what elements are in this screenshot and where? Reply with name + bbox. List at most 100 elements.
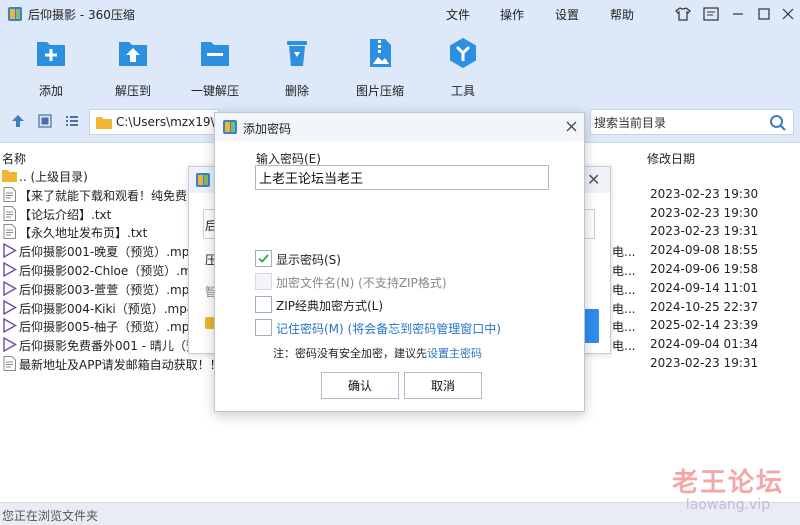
file-type: 电... [612, 282, 636, 297]
video-file-icon [3, 262, 17, 277]
search-icon[interactable] [769, 114, 787, 132]
tools-label: 工具 [450, 84, 475, 98]
file-name: 【永久地址发布页】.txt [19, 226, 148, 241]
thumbnail-view-icon[interactable] [36, 112, 54, 130]
file-type: 电... [612, 245, 636, 260]
image-compress-label: 图片压缩 [355, 84, 404, 98]
file-name: 后仰摄影002-Chloe（预览）.mp [19, 264, 200, 278]
checkbox-box[interactable] [255, 319, 272, 336]
one-click-extract-icon [201, 42, 229, 66]
delete-label: 删除 [284, 84, 309, 98]
app-logo-icon [8, 7, 22, 21]
file-type: 电... [612, 339, 636, 354]
menu-operation[interactable]: 操作 [500, 6, 524, 23]
folder-icon [96, 117, 112, 129]
file-date: 2024-09-06 19:58 [650, 262, 759, 276]
minimize-icon[interactable] [727, 4, 749, 24]
dialog-title-bar: 添加密码 [215, 113, 584, 141]
image-compress-button[interactable]: 图片压缩 [345, 36, 415, 98]
add-button[interactable]: 添加 [16, 36, 86, 98]
text-file-icon [3, 205, 16, 221]
file-name: 最新地址及APP请发邮箱自动获取！！ [19, 358, 222, 372]
watermark: 老王论坛 laowang.vip [668, 462, 788, 513]
one-click-extract-button[interactable]: 一键解压 [180, 36, 250, 98]
column-name-header[interactable]: 名称 [2, 150, 26, 167]
checkbox-box[interactable] [255, 296, 272, 313]
list-view-icon[interactable] [63, 112, 81, 130]
show-password-label: 显示密码(S) [276, 253, 341, 267]
close-icon[interactable] [777, 4, 799, 24]
dialog-title: 添加密码 [243, 122, 292, 136]
column-modified-header[interactable]: 修改日期 [647, 150, 695, 167]
extract-to-label: 解压到 [114, 84, 151, 98]
menu-settings[interactable]: 设置 [555, 6, 579, 23]
check-icon [258, 254, 269, 263]
file-date: 2023-02-23 19:31 [650, 224, 759, 239]
file-type: 电... [612, 301, 636, 316]
password-input[interactable] [255, 165, 549, 190]
skin-icon[interactable] [672, 4, 694, 24]
file-type: 电... [612, 264, 636, 278]
file-date: 2023-02-23 19:30 [650, 205, 759, 220]
file-name: 后仰摄影003-萱萱（预览）.mp4 [19, 282, 197, 297]
file-type: 电... [612, 320, 636, 335]
maximize-icon[interactable] [753, 4, 775, 24]
search-input[interactable] [594, 114, 764, 132]
search-box [590, 109, 794, 135]
tools-button[interactable]: 工具 [428, 36, 498, 98]
title-bar: 后仰摄影 - 360压缩 文件 操作 设置 帮助 [0, 0, 800, 28]
text-file-icon [3, 224, 16, 240]
background-dialog-close-icon[interactable]: ✕ [587, 170, 600, 189]
zip-classic-encryption-label: ZIP经典加密方式(L) [276, 299, 384, 313]
security-note: 注：密码没有安全加密，建议先设置主密码 [273, 345, 482, 361]
window-title: 后仰摄影 - 360压缩 [28, 8, 135, 22]
path-text: C:\Users\mzx19\C [116, 115, 223, 129]
delete-icon [287, 41, 307, 66]
cancel-button[interactable]: 取消 [404, 372, 482, 399]
text-file-icon [3, 356, 16, 371]
security-note-text: 注：密码没有安全加密，建议先 [273, 347, 427, 360]
file-date: 2023-02-23 19:31 [650, 356, 759, 370]
set-master-password-link[interactable]: 设置主密码 [427, 347, 482, 360]
extract-to-button[interactable]: 解压到 [98, 36, 168, 98]
up-arrow-icon[interactable] [9, 112, 27, 130]
folder-icon [2, 170, 17, 182]
add-password-dialog: 添加密码 输入密码(E) 显示密码(S) 加密文件名(N) (不支持ZIP格式)… [214, 112, 585, 412]
message-icon[interactable] [700, 4, 722, 24]
tools-icon [450, 38, 476, 68]
encrypt-filenames-label: 加密文件名(N) (不支持ZIP格式) [276, 276, 447, 290]
file-name: 【来了就能下载和观看！纯免费！ [19, 188, 200, 203]
menu-help[interactable]: 帮助 [610, 6, 634, 23]
video-file-icon [3, 280, 17, 296]
video-file-icon [3, 337, 17, 353]
background-dialog-button[interactable] [583, 309, 599, 343]
confirm-button[interactable]: 确认 [321, 372, 399, 399]
status-text: 您正在浏览文件夹 [2, 509, 99, 523]
add-label: 添加 [38, 84, 63, 98]
file-name: 【论坛介绍】.txt [19, 207, 112, 222]
app-logo-icon [196, 173, 210, 187]
path-field[interactable]: C:\Users\mzx19\C [89, 109, 223, 135]
file-date: 2025-02-14 23:39 [650, 318, 759, 333]
file-date: 2024-09-14 11:01 [650, 280, 759, 295]
video-file-icon [3, 318, 17, 334]
text-file-icon [3, 186, 16, 202]
video-file-icon [3, 243, 17, 259]
file-name: 后仰摄影004-Kiki（预览）.mp4 [19, 301, 195, 316]
image-compress-icon [370, 39, 391, 67]
extract-to-icon [119, 42, 147, 66]
menu-file[interactable]: 文件 [446, 6, 470, 23]
file-date: 2023-02-23 19:30 [650, 186, 759, 201]
one-click-extract-label: 一键解压 [190, 84, 239, 98]
checkbox-box[interactable] [255, 273, 272, 290]
remember-password-label: 记住密码(M) (将会备忘到密码管理窗口中) [276, 322, 501, 336]
app-logo-icon [223, 120, 237, 134]
delete-button[interactable]: 删除 [262, 36, 332, 98]
watermark-cn: 老王论坛 [671, 468, 784, 498]
file-name: 后仰摄影001-晚夏（预览）.mp4 [19, 245, 197, 260]
dialog-close-icon[interactable] [562, 117, 580, 135]
watermark-en: laowang.vip [685, 497, 771, 513]
checkbox-box[interactable] [255, 250, 272, 267]
file-name: 后仰摄影免费番外001 - 晴儿（预 [19, 339, 198, 354]
file-date: 2024-10-25 22:37 [650, 299, 759, 314]
